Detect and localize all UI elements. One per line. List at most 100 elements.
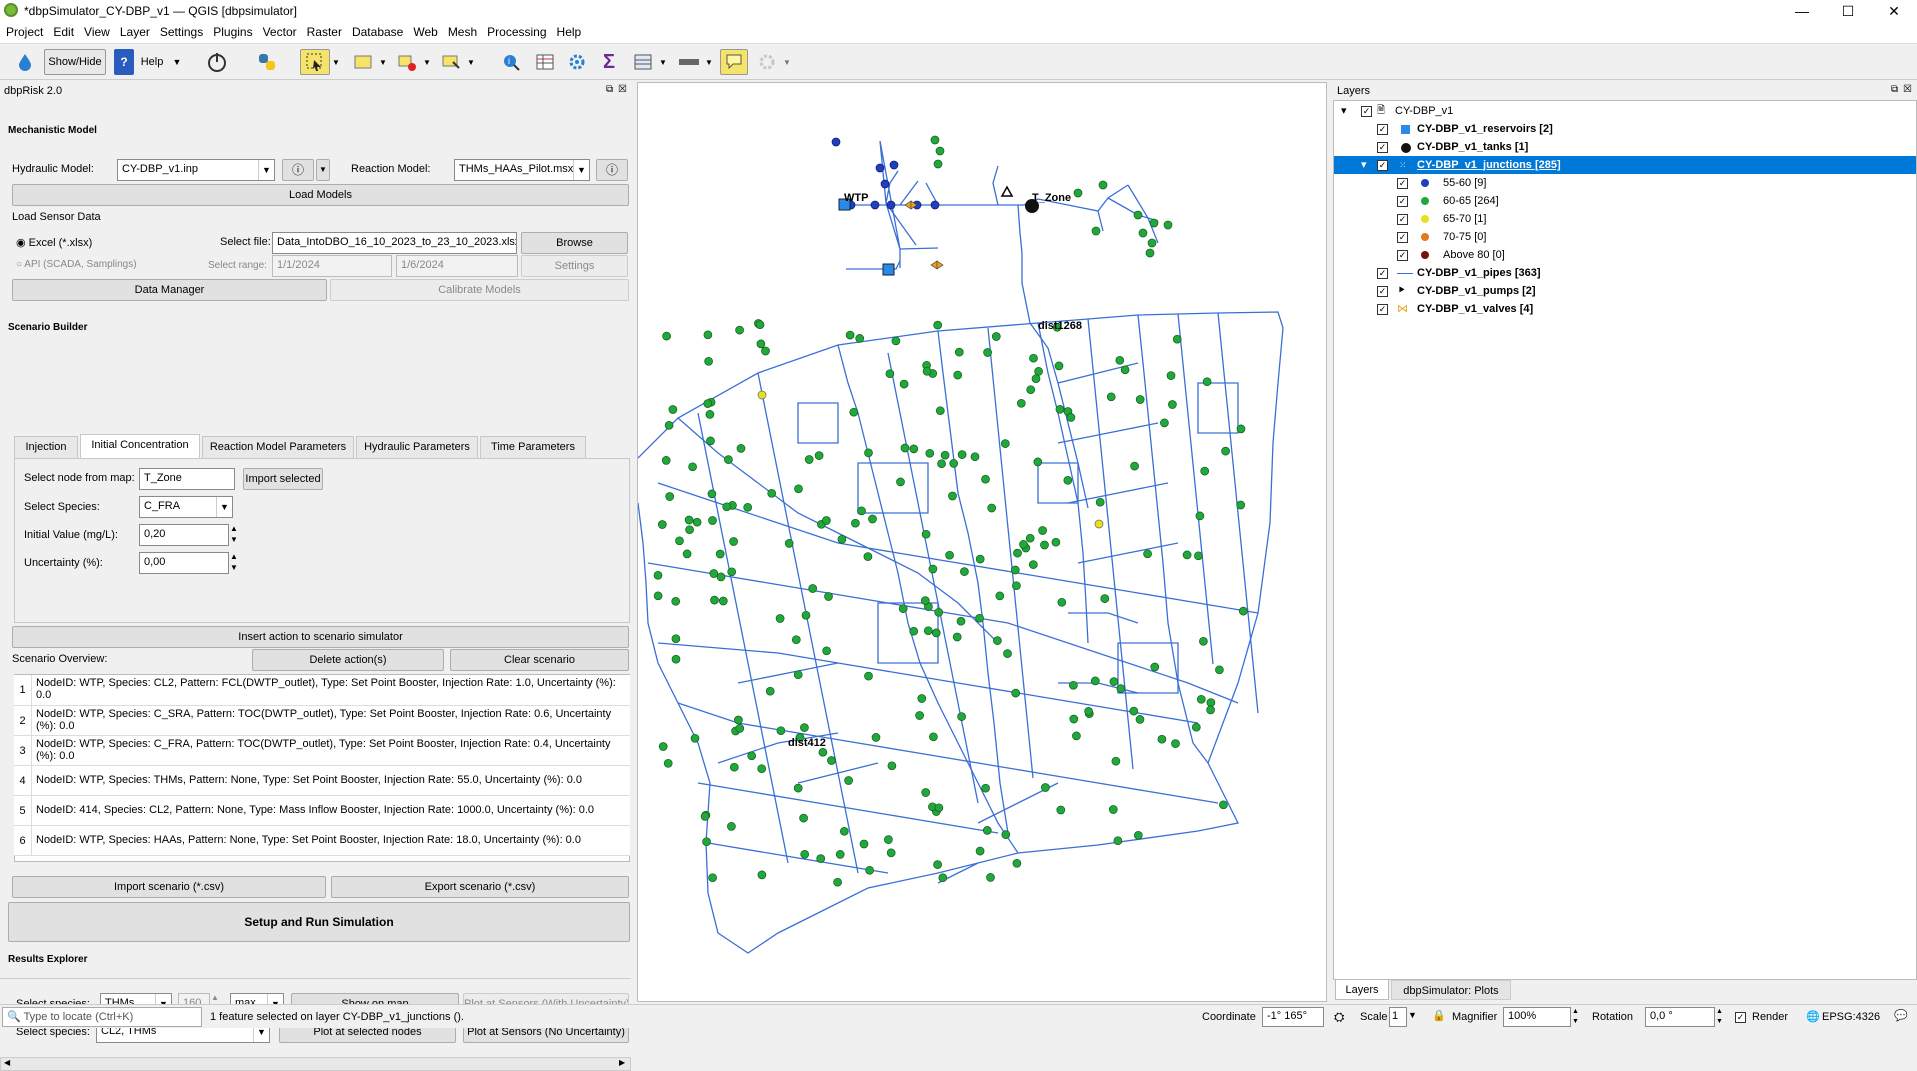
coordinate-field[interactable]: -1° 165° xyxy=(1262,1007,1324,1027)
close-button[interactable]: ✕ xyxy=(1871,0,1917,22)
junction-node[interactable] xyxy=(684,515,694,525)
junction-node[interactable] xyxy=(1168,400,1177,409)
select-location-icon[interactable] xyxy=(438,49,464,75)
junction-node[interactable] xyxy=(658,742,668,751)
junction-node[interactable] xyxy=(757,764,767,774)
junction-node[interactable] xyxy=(1195,511,1205,521)
junction-node[interactable] xyxy=(952,632,962,642)
junction-node[interactable] xyxy=(1069,680,1078,690)
junction-node[interactable] xyxy=(1135,715,1145,724)
junction-node[interactable] xyxy=(791,635,801,645)
valves-checkbox[interactable]: ✓ xyxy=(1377,304,1388,315)
junction-node[interactable] xyxy=(653,570,663,580)
junction-node[interactable] xyxy=(900,443,910,453)
junction-node[interactable] xyxy=(657,520,667,529)
select-dropdown-icon[interactable]: ▼ xyxy=(331,49,341,75)
measure-icon[interactable] xyxy=(676,49,702,75)
menu-help[interactable]: Help xyxy=(553,22,586,39)
junction-node[interactable] xyxy=(682,549,692,559)
minimize-button[interactable]: — xyxy=(1779,0,1825,22)
junction-node[interactable] xyxy=(948,491,957,501)
junction-node[interactable] xyxy=(734,715,743,725)
junction-node[interactable] xyxy=(1040,540,1049,550)
junction-node[interactable] xyxy=(1066,413,1076,422)
help-icon[interactable]: ? xyxy=(114,49,134,75)
junction-node[interactable] xyxy=(933,320,943,330)
junction-node[interactable] xyxy=(956,616,966,626)
junction-node[interactable] xyxy=(727,567,737,577)
junction-node[interactable] xyxy=(896,477,905,487)
scroll-left-icon[interactable]: ◀ xyxy=(4,1058,10,1067)
junction-node[interactable] xyxy=(945,550,954,560)
junction-node[interactable] xyxy=(1206,698,1216,707)
menu-plugins[interactable]: Plugins xyxy=(209,22,256,39)
junction-node[interactable] xyxy=(827,756,836,765)
junction-node[interactable] xyxy=(1160,418,1169,428)
junction-node[interactable] xyxy=(1129,706,1139,716)
junction-node[interactable] xyxy=(1166,371,1176,380)
tanks-checkbox[interactable]: ✓ xyxy=(1377,142,1388,153)
settings-button[interactable]: Settings xyxy=(521,255,628,277)
float-layers-icon[interactable]: ⧉ xyxy=(1891,84,1898,95)
scale-field[interactable]: 1 xyxy=(1389,1007,1407,1027)
junction-node[interactable] xyxy=(653,591,663,601)
junction-node[interactable] xyxy=(707,489,717,499)
junction-node[interactable] xyxy=(1200,466,1210,476)
reaction-info-button[interactable]: ⓘ xyxy=(596,159,628,181)
junction-node[interactable] xyxy=(1206,705,1215,715)
tab-dbpsimulator-plots[interactable]: dbpSimulator: Plots xyxy=(1391,980,1511,1000)
initial-value-input[interactable]: 0,20 xyxy=(139,524,229,546)
junction-node[interactable] xyxy=(1026,385,1036,395)
junction-node[interactable] xyxy=(935,406,945,416)
layer-pipes[interactable]: CY-DBP_v1_pipes [363] xyxy=(1417,264,1541,282)
horizontal-scrollbar[interactable]: ◀ ▶ xyxy=(0,1057,631,1071)
pumps-checkbox[interactable]: ✓ xyxy=(1377,286,1388,297)
initial-spinner-icon[interactable]: ▲ ▼ xyxy=(230,523,238,545)
junction-node[interactable] xyxy=(735,724,745,733)
drop-icon[interactable] xyxy=(14,49,36,75)
junction-node[interactable] xyxy=(722,502,732,512)
menu-settings[interactable]: Settings xyxy=(156,22,207,39)
junction-node[interactable] xyxy=(816,854,826,863)
junction-node[interactable] xyxy=(800,723,809,732)
junction-node[interactable] xyxy=(851,518,860,528)
junction-node[interactable] xyxy=(784,539,794,548)
junction-node[interactable] xyxy=(804,455,814,464)
junction-node[interactable] xyxy=(709,569,719,578)
delete-actions-button[interactable]: Delete action(s) xyxy=(252,649,444,671)
junction-node[interactable] xyxy=(975,613,984,623)
junction-node[interactable] xyxy=(937,459,946,469)
junction-node[interactable] xyxy=(859,839,869,849)
junction-node[interactable] xyxy=(923,626,933,636)
rotation-field[interactable]: 0,0 ° xyxy=(1645,1007,1715,1027)
junction-node[interactable] xyxy=(835,850,845,859)
menu-mesh[interactable]: Mesh xyxy=(444,22,481,39)
junction-node[interactable] xyxy=(716,572,726,582)
close-layers-icon[interactable]: ☒ xyxy=(1903,84,1912,95)
junction-node[interactable] xyxy=(705,410,715,419)
measure-dropdown-icon[interactable]: ▼ xyxy=(704,49,714,75)
junction-node[interactable] xyxy=(724,455,733,464)
junction-node[interactable] xyxy=(1202,377,1212,387)
layer-pumps[interactable]: CY-DBP_v1_pumps [2] xyxy=(1417,282,1536,300)
float-panel-icon[interactable]: ⧉ xyxy=(606,84,613,95)
junction-node[interactable] xyxy=(982,826,992,835)
junction-node[interactable] xyxy=(1003,649,1012,658)
junction-node[interactable] xyxy=(917,694,927,703)
class-checkbox-2[interactable]: ✓ xyxy=(1397,196,1408,207)
table-dropdown-icon[interactable]: ▼ xyxy=(658,49,668,75)
tab-reaction-model-parameters[interactable]: Reaction Model Parameters xyxy=(202,436,354,458)
junction-node[interactable] xyxy=(884,835,893,844)
junction-node[interactable] xyxy=(1116,684,1126,693)
junction-node[interactable] xyxy=(921,529,931,539)
junction-node[interactable] xyxy=(727,822,736,831)
insert-action-button[interactable]: Insert action to scenario simulator xyxy=(12,626,629,648)
rotation-spin-icon[interactable]: ▲ ▼ xyxy=(1716,1007,1723,1027)
junction-node[interactable] xyxy=(756,339,766,349)
junction-node[interactable] xyxy=(710,595,719,605)
junction-node[interactable] xyxy=(1010,565,1020,575)
junction-node[interactable] xyxy=(1130,461,1139,471)
junction-node[interactable] xyxy=(793,670,803,680)
hydraulic-info-button[interactable]: ⓘ xyxy=(282,159,314,181)
table-row[interactable]: 4 NodeID: WTP, Species: THMs, Pattern: No… xyxy=(14,766,630,796)
